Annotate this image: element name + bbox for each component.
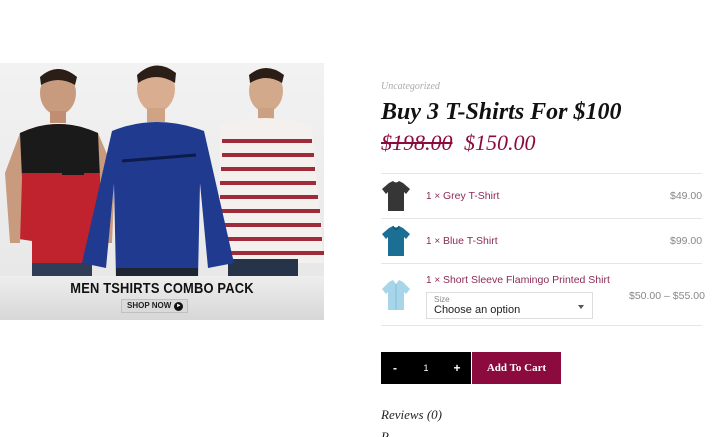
product-title: Buy 3 T-Shirts For $100: [381, 99, 622, 125]
grey-tshirt-thumbnail[interactable]: [381, 180, 411, 212]
model-center: [82, 65, 234, 280]
bundle-item-title: 1 × Blue T-Shirt: [426, 235, 498, 247]
product-category-link[interactable]: Uncategorized: [381, 81, 440, 92]
quantity-increase-button[interactable]: +: [443, 352, 471, 384]
item-quantity: 1 ×: [426, 236, 441, 247]
shop-now-button[interactable]: SHOP NOW ▸: [121, 299, 189, 313]
blue-tshirt-thumbnail[interactable]: [381, 225, 411, 257]
add-to-cart-button[interactable]: Add To Cart: [472, 352, 561, 384]
divider: [381, 325, 702, 326]
regular-price: $198.00: [381, 130, 453, 155]
item-link[interactable]: Short Sleeve Flamingo Printed Shirt: [443, 274, 610, 286]
flamingo-shirt-thumbnail[interactable]: [381, 279, 411, 311]
quantity-stepper: - +: [381, 352, 471, 384]
tab-next[interactable]: R: [381, 429, 389, 437]
divider: [381, 263, 702, 264]
quantity-decrease-button[interactable]: -: [381, 352, 409, 384]
divider: [381, 218, 702, 219]
item-link[interactable]: Blue T-Shirt: [443, 235, 498, 247]
item-quantity: 1 ×: [426, 275, 441, 286]
product-price: $198.00 $150.00: [381, 130, 536, 156]
shop-now-label: SHOP NOW: [127, 301, 172, 310]
size-select[interactable]: Size Choose an option: [426, 292, 593, 319]
item-quantity: 1 ×: [426, 191, 441, 202]
item-price: $99.00: [670, 235, 703, 247]
sale-price: $150.00: [464, 130, 536, 155]
bundle-item: 1 × Grey T-Shirt $49.00: [381, 180, 711, 216]
arrow-right-icon: ▸: [174, 301, 184, 311]
quantity-input[interactable]: [409, 352, 443, 384]
banner-caption-strip: MEN TSHIRTS COMBO PACK SHOP NOW ▸: [0, 276, 324, 320]
product-banner-image[interactable]: MEN TSHIRTS COMBO PACK SHOP NOW ▸: [0, 63, 324, 320]
tab-reviews[interactable]: Reviews (0): [381, 407, 442, 423]
bundle-item: 1 × Blue T-Shirt $99.00: [381, 225, 711, 261]
chevron-down-icon: [578, 305, 584, 309]
item-link[interactable]: Grey T-Shirt: [443, 190, 499, 202]
size-select-value: Choose an option: [434, 304, 521, 316]
bundle-item-title: 1 × Short Sleeve Flamingo Printed Shirt: [426, 274, 610, 286]
item-price: $50.00 – $55.00: [629, 290, 705, 302]
banner-title: MEN TSHIRTS COMBO PACK: [70, 280, 254, 297]
item-price: $49.00: [670, 190, 703, 202]
bundle-item-title: 1 × Grey T-Shirt: [426, 190, 499, 202]
size-select-label: Size: [434, 295, 450, 304]
divider: [381, 173, 702, 174]
model-right: [218, 68, 324, 277]
